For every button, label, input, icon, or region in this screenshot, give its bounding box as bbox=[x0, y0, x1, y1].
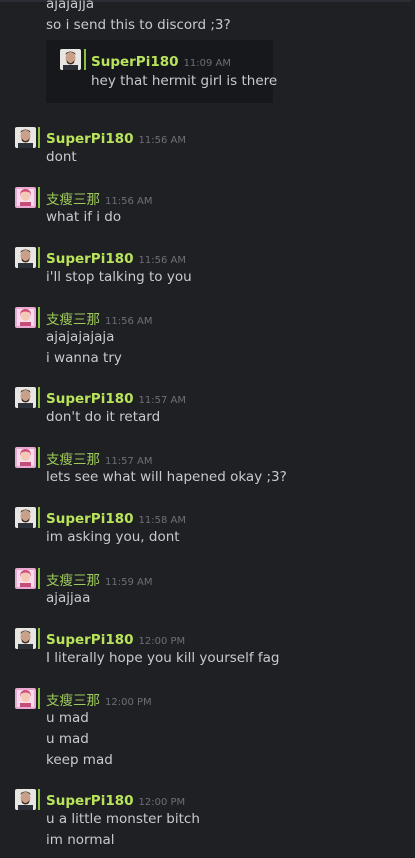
message-line: dont bbox=[46, 149, 77, 165]
timestamp: 12:00 PM bbox=[138, 636, 186, 647]
avatar-image bbox=[15, 568, 36, 589]
avatar[interactable] bbox=[15, 628, 36, 649]
timestamp: 11:57 AM bbox=[138, 395, 186, 406]
message-header: SuperPi180 11:57 AM bbox=[46, 388, 186, 407]
message-line: keep mad bbox=[46, 752, 113, 768]
quoted-text: hey that hermit girl is there bbox=[91, 73, 278, 89]
message-line: i wanna try bbox=[46, 350, 122, 366]
message-line: lets see what will hapened okay ;3? bbox=[46, 469, 287, 485]
message-line: im normal bbox=[46, 832, 115, 848]
timestamp: 12:00 PM bbox=[138, 797, 186, 808]
author-name[interactable]: 支瘦三那 bbox=[46, 312, 100, 328]
author-name[interactable]: SuperPi180 bbox=[46, 251, 134, 267]
avatar[interactable] bbox=[15, 127, 36, 148]
avatar[interactable] bbox=[15, 688, 36, 709]
message-header: SuperPi180 11:58 AM bbox=[46, 508, 186, 527]
avatar-image bbox=[15, 789, 36, 810]
presence-bar bbox=[38, 247, 40, 268]
message-line: im asking you, dont bbox=[46, 529, 180, 545]
presence-bar bbox=[38, 307, 40, 328]
quoted-message[interactable]: SuperPi180 11:09 AM hey that hermit girl … bbox=[46, 40, 277, 103]
message-line: ajajjaa bbox=[46, 590, 91, 606]
timestamp: 11:56 AM bbox=[138, 135, 186, 146]
message-header: SuperPi180 11:56 AM bbox=[46, 248, 186, 267]
message-header: SuperPi180 11:56 AM bbox=[46, 128, 186, 147]
timestamp: 11:09 AM bbox=[183, 58, 231, 69]
avatar-image bbox=[15, 387, 36, 408]
author-name[interactable]: 支瘦三那 bbox=[46, 192, 100, 208]
message-header: 支瘦三那 11:56 AM bbox=[46, 308, 152, 328]
avatar[interactable] bbox=[15, 187, 36, 208]
timestamp: 11:57 AM bbox=[105, 456, 153, 467]
message-header: 支瘦三那 12:00 PM bbox=[46, 689, 152, 709]
presence-bar bbox=[38, 507, 40, 528]
avatar-image bbox=[15, 688, 36, 709]
avatar[interactable] bbox=[15, 568, 36, 589]
avatar[interactable] bbox=[15, 789, 36, 810]
presence-bar bbox=[38, 568, 40, 589]
presence-bar bbox=[84, 49, 86, 70]
message-line: I literally hope you kill yourself fag bbox=[46, 650, 280, 666]
avatar-image bbox=[15, 307, 36, 328]
presence-bar bbox=[38, 187, 40, 208]
message-line: u mad bbox=[46, 710, 89, 726]
avatar[interactable] bbox=[15, 247, 36, 268]
avatar[interactable] bbox=[15, 387, 36, 408]
message-header: 支瘦三那 11:57 AM bbox=[46, 448, 152, 468]
timestamp: 11:56 AM bbox=[138, 255, 186, 266]
presence-bar bbox=[38, 688, 40, 709]
avatar[interactable] bbox=[15, 447, 36, 468]
author-name[interactable]: 支瘦三那 bbox=[46, 573, 100, 589]
presence-bar bbox=[38, 628, 40, 649]
message-line: ajajajajaja bbox=[46, 329, 115, 345]
message-line: don't do it retard bbox=[46, 409, 161, 425]
message-header: 支瘦三那 11:56 AM bbox=[46, 188, 152, 208]
scrollbar[interactable] bbox=[411, 0, 415, 858]
avatar-image bbox=[15, 247, 36, 268]
author-name[interactable]: SuperPi180 bbox=[46, 511, 134, 527]
timestamp: 11:58 AM bbox=[138, 515, 186, 526]
avatar-image bbox=[15, 507, 36, 528]
presence-bar bbox=[38, 127, 40, 148]
timestamp: 12:00 PM bbox=[105, 697, 152, 708]
message-line: i'll stop talking to you bbox=[46, 269, 192, 285]
message-header: SuperPi180 12:00 PM bbox=[46, 629, 185, 648]
avatar-image bbox=[15, 628, 36, 649]
avatar-image bbox=[15, 447, 36, 468]
author-name[interactable]: SuperPi180 bbox=[46, 793, 134, 809]
timestamp: 11:56 AM bbox=[105, 196, 153, 207]
timestamp: 11:56 AM bbox=[105, 316, 153, 327]
avatar-image bbox=[15, 187, 36, 208]
avatar[interactable] bbox=[60, 49, 81, 70]
presence-bar bbox=[38, 387, 40, 408]
message-line: ajajajja bbox=[46, 0, 95, 12]
author-name[interactable]: SuperPi180 bbox=[91, 54, 179, 70]
message-line: what if i do bbox=[46, 209, 122, 225]
message-line: so i send this to discord ;3? bbox=[46, 17, 231, 33]
message-line: u a little monster bitch bbox=[46, 811, 200, 827]
timestamp: 11:59 AM bbox=[105, 577, 153, 588]
author-name[interactable]: SuperPi180 bbox=[46, 391, 134, 407]
author-name[interactable]: 支瘦三那 bbox=[46, 693, 100, 709]
author-name[interactable]: 支瘦三那 bbox=[46, 452, 100, 468]
message-header: SuperPi180 12:00 PM bbox=[46, 790, 185, 809]
avatar-image bbox=[15, 127, 36, 148]
presence-bar bbox=[38, 789, 40, 810]
author-name[interactable]: SuperPi180 bbox=[46, 131, 134, 147]
presence-bar bbox=[38, 447, 40, 468]
message-line: u mad bbox=[46, 731, 89, 747]
author-name[interactable]: SuperPi180 bbox=[46, 632, 134, 648]
avatar[interactable] bbox=[15, 307, 36, 328]
avatar[interactable] bbox=[15, 507, 36, 528]
message-header: 支瘦三那 11:59 AM bbox=[46, 569, 152, 589]
